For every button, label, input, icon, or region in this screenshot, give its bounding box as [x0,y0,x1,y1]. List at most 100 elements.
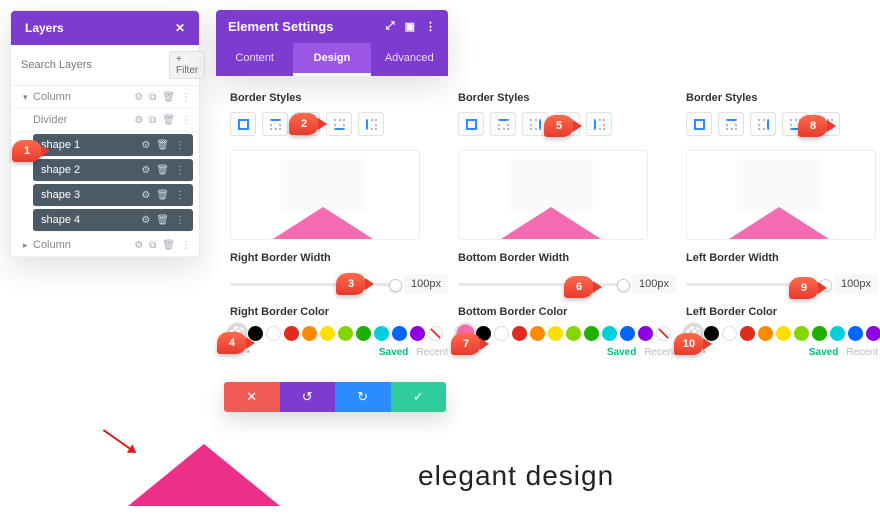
callout-2: 2 [289,113,319,135]
tab-advanced[interactable]: Advanced [371,43,448,76]
border-styles-label: Border Styles [458,92,676,104]
more-icon[interactable]: ⋮ [181,92,191,103]
swatch-white[interactable] [722,326,737,341]
border-left-button[interactable] [586,112,612,136]
border-styles-label: Border Styles [686,92,878,104]
more-icon[interactable]: ⋮ [181,240,191,251]
swatch-orange[interactable] [758,326,773,341]
gear-icon[interactable]: ⚙ [134,92,143,103]
recent-label[interactable]: Recent [846,347,878,358]
border-width-input[interactable]: 100px [632,274,676,294]
swatch-purple[interactable] [410,326,425,341]
swatch-none[interactable] [428,326,443,341]
swatch-green[interactable] [584,326,599,341]
undo-button[interactable]: ↺ [280,382,336,412]
layers-panel: Layers ✕ + Filter ▾ Column ⚙ ⧉ 🗑 ⋮ Divid… [10,10,200,258]
layer-label: Column [33,239,134,251]
border-bottom-button[interactable] [326,112,352,136]
layers-search-input[interactable] [21,59,163,71]
swatch-red[interactable] [740,326,755,341]
trash-icon[interactable]: 🗑 [162,92,175,103]
border-top-button[interactable] [718,112,744,136]
swatch-none[interactable] [656,326,671,341]
swatch-green[interactable] [812,326,827,341]
layer-shape-4[interactable]: shape 4 ⚙🗑⋮ [33,209,193,232]
more-icon[interactable]: ⋮ [175,140,185,151]
more-icon[interactable]: ⋮ [175,190,185,201]
redo-button[interactable]: ↻ [335,382,391,412]
swatch-white[interactable] [494,326,509,341]
trash-icon[interactable]: 🗑 [162,240,175,251]
border-top-button[interactable] [262,112,288,136]
swatch-cyan[interactable] [374,326,389,341]
swatch-cyan[interactable] [830,326,845,341]
expand-icon[interactable]: ⤢ [386,20,395,33]
swatch-blue[interactable] [392,326,407,341]
gear-icon[interactable]: ⚙ [134,240,143,251]
close-icon[interactable]: ✕ [175,21,185,35]
layer-label: shape 2 [41,164,141,176]
border-all-button[interactable] [230,112,256,136]
border-all-button[interactable] [458,112,484,136]
copy-icon[interactable]: ⧉ [149,240,156,251]
filter-button[interactable]: + Filter [169,51,205,79]
border-left-button[interactable] [358,112,384,136]
more-icon[interactable]: ⋮ [175,165,185,176]
swatch-purple[interactable] [638,326,653,341]
border-right-button[interactable] [750,112,776,136]
swatch-orange[interactable] [302,326,317,341]
swatch-purple[interactable] [866,326,880,341]
swatch-red[interactable] [512,326,527,341]
border-width-input[interactable]: 100px [404,274,448,294]
gear-icon[interactable]: ⚙ [141,215,150,226]
swatch-cyan[interactable] [602,326,617,341]
layer-column[interactable]: ▸ Column ⚙⧉🗑⋮ [11,234,199,257]
more-icon[interactable]: ⋮ [181,115,191,126]
swatch-orange[interactable] [530,326,545,341]
trash-icon[interactable]: 🗑 [156,190,169,201]
recent-label[interactable]: Recent [644,347,676,358]
settings-title-bar: Element Settings ⤢ ▣ ⋮ [216,10,448,43]
trash-icon[interactable]: 🗑 [156,140,169,151]
layer-divider[interactable]: Divider ⚙ ⧉ 🗑 ⋮ [11,109,199,132]
responsive-icon[interactable]: ▣ [405,20,415,33]
layer-column[interactable]: ▾ Column ⚙ ⧉ 🗑 ⋮ [11,86,199,109]
swatch-red[interactable] [284,326,299,341]
layer-shape-1[interactable]: shape 1 ⚙🗑⋮ [33,134,193,157]
gear-icon[interactable]: ⚙ [141,140,150,151]
swatch-lime[interactable] [338,326,353,341]
swatch-blue[interactable] [848,326,863,341]
tab-content[interactable]: Content [216,43,293,76]
border-top-button[interactable] [490,112,516,136]
callout-6: 6 [564,276,594,298]
swatch-yellow[interactable] [320,326,335,341]
swatch-lime[interactable] [794,326,809,341]
swatch-blue[interactable] [620,326,635,341]
copy-icon[interactable]: ⧉ [149,92,156,103]
saved-label[interactable]: Saved [809,347,838,358]
border-all-button[interactable] [686,112,712,136]
swatch-green[interactable] [356,326,371,341]
recent-label[interactable]: Recent [416,347,448,358]
layer-shape-2[interactable]: shape 2 ⚙ 🗑 ⋮ [33,159,193,182]
trash-icon[interactable]: 🗑 [156,165,169,176]
gear-icon[interactable]: ⚙ [134,115,143,126]
copy-icon[interactable]: ⧉ [149,115,156,126]
layer-shape-3[interactable]: shape 3 ⚙🗑⋮ [33,184,193,207]
swatch-yellow[interactable] [548,326,563,341]
trash-icon[interactable]: 🗑 [162,115,175,126]
trash-icon[interactable]: 🗑 [156,215,169,226]
save-button[interactable]: ✓ [391,382,447,412]
cancel-button[interactable]: ✕ [224,382,280,412]
tab-design[interactable]: Design [293,43,370,76]
swatch-lime[interactable] [566,326,581,341]
more-icon[interactable]: ⋮ [175,215,185,226]
more-icon[interactable]: ⋮ [425,20,436,33]
swatch-yellow[interactable] [776,326,791,341]
border-width-input[interactable]: 100px [834,274,878,294]
saved-label[interactable]: Saved [379,347,408,358]
saved-label[interactable]: Saved [607,347,636,358]
swatch-white[interactable] [266,326,281,341]
gear-icon[interactable]: ⚙ [141,165,150,176]
gear-icon[interactable]: ⚙ [141,190,150,201]
